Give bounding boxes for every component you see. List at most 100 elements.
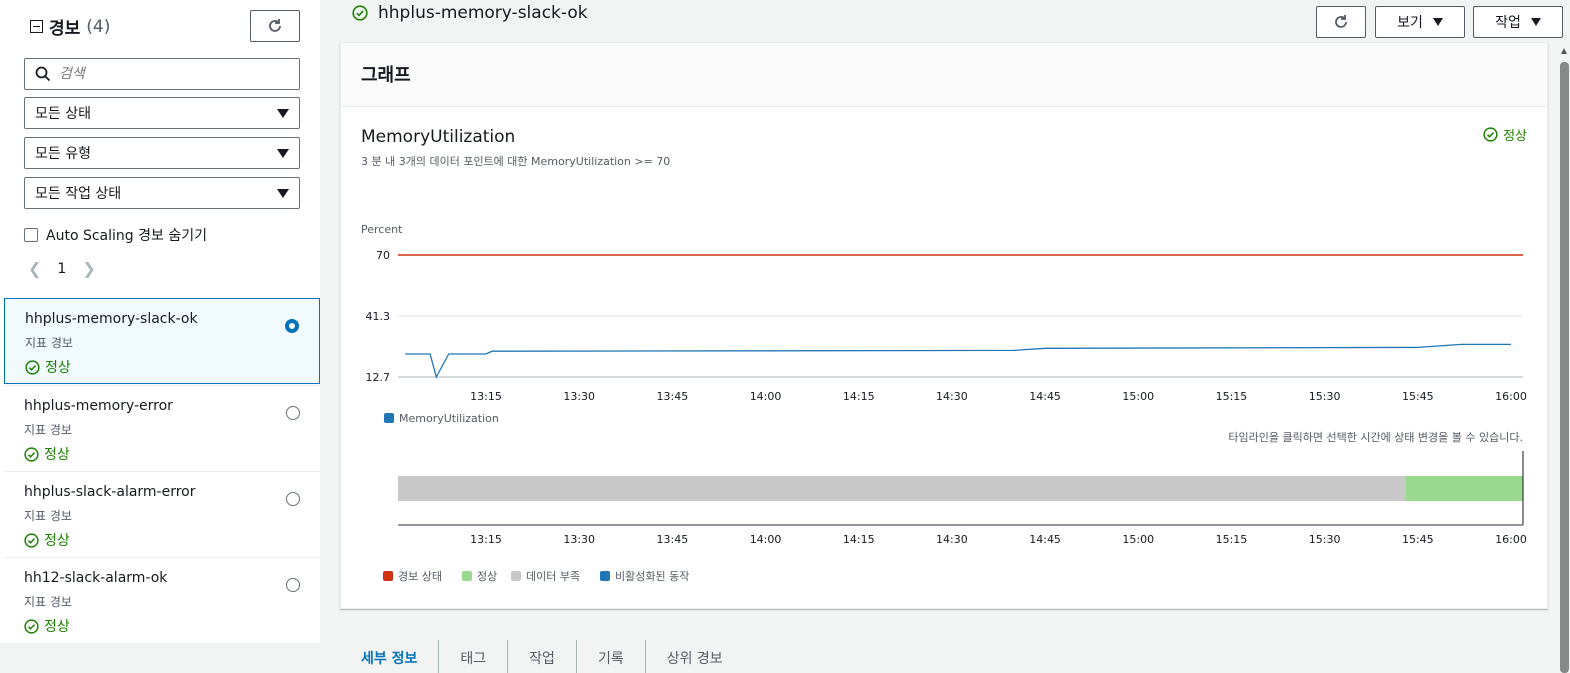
alarm-list-item[interactable]: hhplus-slack-alarm-error 지표 경보 정상 [4, 471, 320, 557]
timeline-legend-label: 경보 상태 [398, 570, 442, 583]
alarm-detail-header: hhplus-memory-slack-ok [352, 3, 588, 23]
metric-chart[interactable]: Percent 70 41.3 12.7 13:15 13:30 13:45 14:00 14:… [341, 43, 1549, 610]
collapse-icon[interactable] [30, 20, 43, 33]
actions-button-label: 작업 [1495, 15, 1521, 31]
pagination: ❮ 1 ❯ [28, 259, 96, 278]
timeline-legend-swatch [383, 571, 393, 581]
timeline-x-tick-label: 13:30 [563, 533, 595, 546]
timeline-segment [398, 476, 1406, 501]
chevron-right-icon[interactable]: ❯ [82, 259, 95, 278]
timeline-legend-label: 정상 [477, 570, 497, 583]
page-number[interactable]: 1 [57, 261, 66, 277]
alarm-name: hh12-slack-alarm-ok [24, 570, 168, 586]
alarm-state: 정상 [25, 357, 319, 377]
x-tick-label: 14:15 [843, 390, 875, 403]
caret-down-icon [277, 108, 289, 118]
check-circle-icon [25, 359, 40, 375]
action-state-filter-select[interactable]: 모든 작업 상태 [24, 177, 300, 209]
timeline-chart[interactable]: 타임라인을 클릭하면 선택한 시간에 상태 변경을 볼 수 있습니다. 13:15… [383, 430, 1527, 583]
check-circle-icon [24, 446, 39, 462]
alarm-type: 지표 경보 [24, 423, 72, 437]
view-dropdown-button[interactable]: 보기 [1375, 6, 1465, 38]
x-tick-label: 15:45 [1402, 390, 1434, 403]
hide-autoscaling-label: Auto Scaling 경보 숨기기 [46, 228, 207, 244]
timeline-x-tick-label: 14:00 [750, 533, 782, 546]
timeline-x-tick-label: 16:00 [1495, 533, 1527, 546]
type-filter-value: 모든 유형 [35, 146, 91, 162]
series-line [405, 343, 1511, 379]
legend-label: MemoryUtilization [399, 412, 499, 425]
alarm-type: 지표 경보 [24, 595, 72, 609]
timeline-x-tick-label: 13:15 [470, 533, 502, 546]
tab-details[interactable]: 세부 정보 [340, 640, 440, 673]
alarm-state-label: 정상 [44, 447, 70, 463]
tab-tags[interactable]: 태그 [439, 640, 509, 673]
hide-autoscaling-row: Auto Scaling 경보 숨기기 [24, 225, 207, 245]
timeline-segment [1405, 476, 1523, 501]
alarm-type: 지표 경보 [25, 336, 73, 350]
state-filter-value: 모든 상태 [35, 106, 91, 122]
search-input[interactable] [59, 66, 279, 82]
action-state-filter-value: 모든 작업 상태 [35, 186, 122, 202]
actions-dropdown-button[interactable]: 작업 [1473, 6, 1563, 38]
x-tick-label: 14:30 [936, 390, 968, 403]
graph-panel: 그래프 MemoryUtilization 3 분 내 3개의 데이터 포인트에… [340, 42, 1548, 609]
alarm-radio[interactable] [286, 578, 300, 592]
alarm-radio[interactable] [285, 319, 299, 333]
timeline-legend-swatch [511, 571, 521, 581]
x-tick-label: 15:15 [1216, 390, 1248, 403]
type-filter-select[interactable]: 모든 유형 [24, 137, 300, 169]
refresh-icon [269, 19, 281, 32]
search-box[interactable] [24, 58, 300, 90]
alarm-detail-title: hhplus-memory-slack-ok [378, 3, 588, 23]
x-tick-label: 14:00 [750, 390, 782, 403]
search-icon [35, 66, 51, 82]
detail-tabs: 세부 정보 태그 작업 기록 상위 경보 [340, 640, 744, 673]
y-tick-label: 41.3 [366, 310, 391, 323]
x-tick-label: 15:30 [1309, 390, 1341, 403]
x-tick-label: 13:15 [470, 390, 502, 403]
y-axis-label: Percent [361, 223, 403, 236]
alarm-state: 정상 [24, 616, 320, 636]
hide-autoscaling-checkbox[interactable] [24, 228, 38, 242]
timeline-x-tick-label: 15:30 [1309, 533, 1341, 546]
timeline-x-tick-label: 14:45 [1029, 533, 1061, 546]
alarm-list-panel: 경보 (4) 모든 상태 모든 유형 모든 작업 상태 Auto Scaling… [0, 0, 320, 643]
y-tick-label: 12.7 [366, 371, 391, 384]
detail-refresh-button[interactable] [1316, 6, 1366, 38]
timeline-x-tick-label: 14:30 [936, 533, 968, 546]
alarm-list-item[interactable]: hh12-slack-alarm-ok 지표 경보 정상 [4, 557, 320, 643]
alarm-list-item[interactable]: hhplus-memory-error 지표 경보 정상 [4, 385, 320, 471]
alarm-state-label: 정상 [44, 619, 70, 635]
x-tick-label: 13:30 [563, 390, 595, 403]
timeline-legend-label: 데이터 부족 [526, 570, 580, 583]
state-filter-select[interactable]: 모든 상태 [24, 97, 300, 129]
timeline-x-tick-label: 15:15 [1216, 533, 1248, 546]
caret-down-icon [1432, 18, 1443, 26]
x-tick-label: 16:00 [1495, 390, 1527, 403]
alarm-state: 정상 [24, 444, 320, 464]
line-chart: Percent 70 41.3 12.7 13:15 13:30 13:45 14:00 14:… [361, 223, 1527, 425]
x-tick-label: 15:00 [1122, 390, 1154, 403]
timeline-x-tick-label: 13:45 [657, 533, 689, 546]
page-scrollbar[interactable] [1559, 40, 1570, 673]
scrollbar-thumb[interactable] [1560, 62, 1569, 673]
alarm-list-item[interactable]: hhplus-memory-slack-ok 지표 경보 정상 [4, 298, 320, 384]
caret-down-icon [277, 148, 289, 158]
timeline-legend-swatch [462, 571, 472, 581]
x-tick-label: 14:45 [1029, 390, 1061, 403]
tab-parent-alarms[interactable]: 상위 경보 [646, 640, 744, 673]
alarm-radio[interactable] [286, 406, 300, 420]
scroll-up-icon[interactable] [1561, 48, 1567, 54]
check-circle-icon [352, 5, 368, 21]
refresh-button[interactable] [250, 10, 300, 42]
tab-actions[interactable]: 작업 [508, 640, 577, 673]
tab-history[interactable]: 기록 [577, 640, 646, 673]
alarm-radio[interactable] [286, 492, 300, 506]
timeline-x-tick-label: 15:00 [1122, 533, 1154, 546]
refresh-icon [1335, 15, 1347, 28]
chevron-left-icon[interactable]: ❮ [28, 259, 41, 278]
view-button-label: 보기 [1397, 15, 1423, 31]
timeline-legend-swatch [600, 571, 610, 581]
timeline-hint: 타임라인을 클릭하면 선택한 시간에 상태 변경을 볼 수 있습니다. [1228, 430, 1523, 444]
